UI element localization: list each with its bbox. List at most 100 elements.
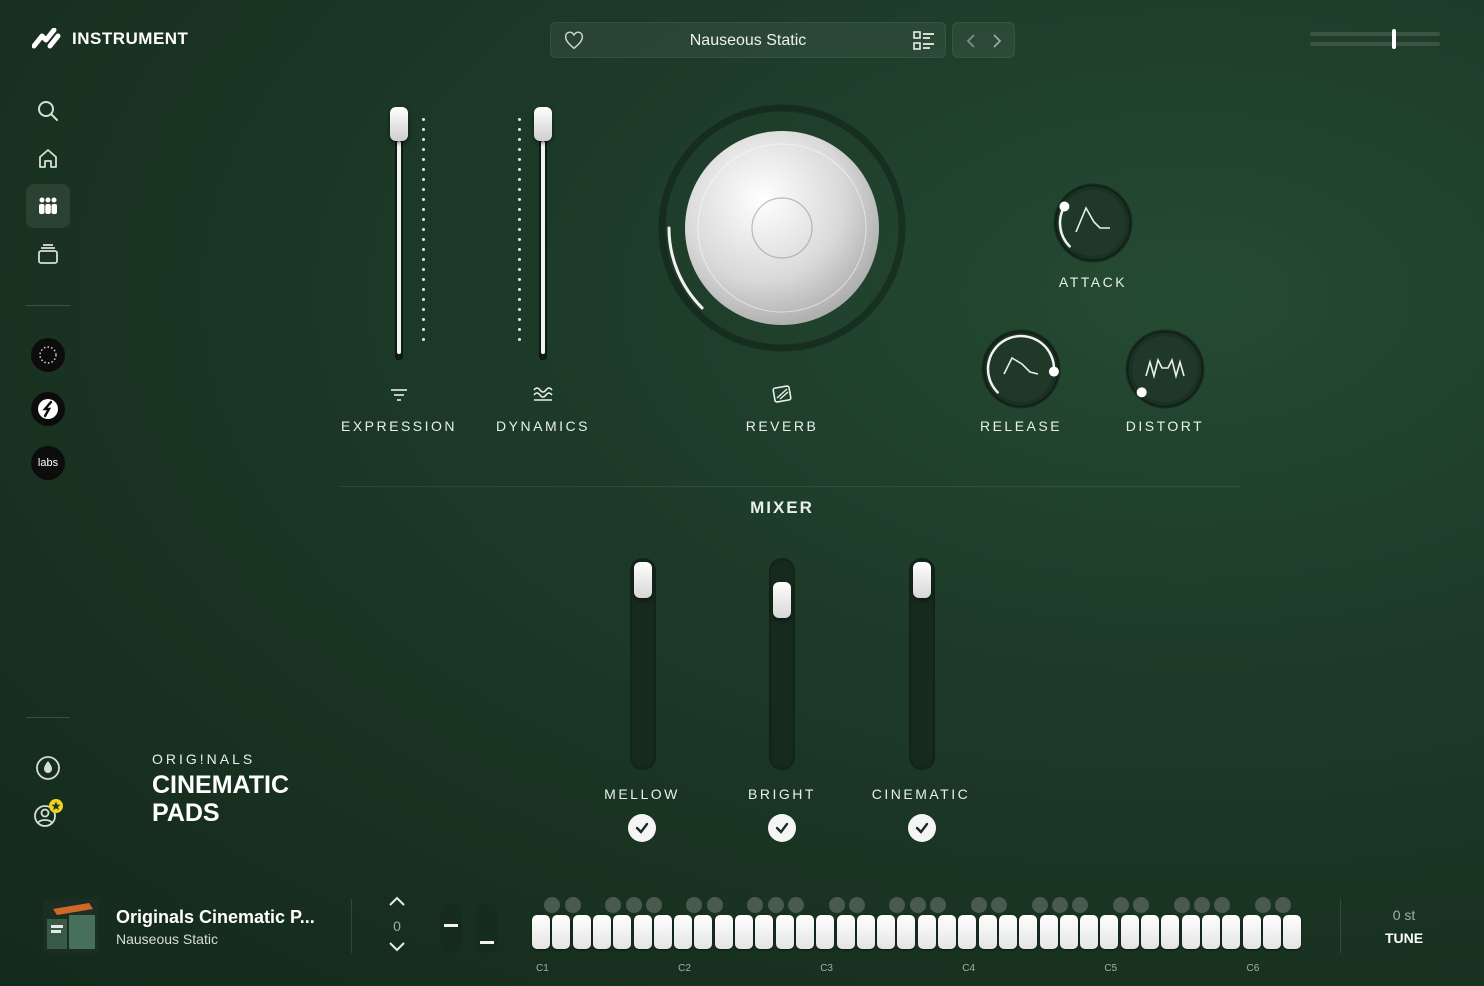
black-key[interactable] bbox=[645, 897, 662, 913]
mixer-bright-thumb[interactable] bbox=[773, 582, 791, 619]
white-key[interactable] bbox=[552, 915, 571, 949]
white-key[interactable] bbox=[633, 915, 652, 949]
white-key[interactable] bbox=[1019, 915, 1038, 949]
white-key[interactable] bbox=[755, 915, 774, 949]
white-key[interactable] bbox=[592, 915, 611, 949]
white-key[interactable] bbox=[1141, 915, 1159, 949]
black-key[interactable] bbox=[706, 897, 723, 913]
reverb-knob-body[interactable] bbox=[685, 131, 879, 325]
expression-slider[interactable] bbox=[390, 106, 408, 360]
expression-slider-thumb[interactable] bbox=[390, 106, 408, 141]
white-key[interactable] bbox=[1161, 915, 1180, 949]
mod-wheel[interactable] bbox=[476, 903, 498, 953]
white-key[interactable] bbox=[775, 915, 794, 949]
white-key[interactable] bbox=[877, 915, 896, 949]
white-key[interactable] bbox=[917, 915, 936, 949]
white-key[interactable] bbox=[795, 915, 814, 949]
sidebar-item-account[interactable] bbox=[26, 791, 70, 835]
white-key[interactable] bbox=[1120, 915, 1139, 949]
release-knob[interactable] bbox=[980, 328, 1062, 410]
black-key[interactable] bbox=[767, 897, 784, 913]
black-key[interactable] bbox=[564, 897, 581, 913]
octave-down-icon[interactable] bbox=[387, 940, 407, 954]
mixer-bright-toggle[interactable] bbox=[768, 814, 796, 842]
black-key[interactable] bbox=[1214, 897, 1231, 913]
sidebar-item-originals[interactable] bbox=[31, 338, 65, 372]
master-volume-slider[interactable] bbox=[1310, 29, 1440, 49]
white-key[interactable] bbox=[1242, 915, 1261, 949]
distort-knob[interactable] bbox=[1124, 328, 1206, 410]
white-key[interactable] bbox=[1262, 915, 1281, 949]
tune-value[interactable]: 0 st bbox=[1364, 907, 1444, 923]
white-key[interactable] bbox=[978, 915, 997, 949]
black-key[interactable] bbox=[1112, 897, 1129, 913]
pitch-wheel[interactable] bbox=[440, 903, 462, 953]
white-key[interactable] bbox=[1059, 915, 1078, 949]
reverb-knob[interactable] bbox=[652, 98, 912, 358]
black-key[interactable] bbox=[1031, 897, 1048, 913]
white-key[interactable] bbox=[1181, 915, 1200, 949]
mixer-cinematic-toggle[interactable] bbox=[908, 814, 936, 842]
mixer-channel-bright-slider[interactable] bbox=[769, 558, 795, 770]
white-key[interactable] bbox=[613, 915, 632, 949]
white-key[interactable] bbox=[572, 915, 591, 949]
dynamics-slider[interactable] bbox=[534, 106, 552, 360]
sidebar-item-search[interactable] bbox=[26, 89, 70, 133]
black-key[interactable] bbox=[1275, 897, 1292, 913]
white-key[interactable] bbox=[532, 915, 550, 949]
sidebar-item-library[interactable] bbox=[26, 232, 70, 276]
sidebar-item-instruments[interactable] bbox=[26, 184, 70, 228]
next-preset-icon[interactable] bbox=[988, 31, 1006, 51]
black-key[interactable] bbox=[605, 897, 622, 913]
black-key[interactable] bbox=[828, 897, 845, 913]
black-key[interactable] bbox=[909, 897, 926, 913]
white-key[interactable] bbox=[958, 915, 977, 949]
white-key[interactable] bbox=[694, 915, 713, 949]
black-key[interactable] bbox=[889, 897, 906, 913]
white-key[interactable] bbox=[938, 915, 956, 949]
white-key[interactable] bbox=[856, 915, 875, 949]
black-key[interactable] bbox=[990, 897, 1007, 913]
black-key[interactable] bbox=[787, 897, 804, 913]
black-key[interactable] bbox=[1051, 897, 1068, 913]
white-key[interactable] bbox=[653, 915, 672, 949]
preset-name[interactable]: Nauseous Static bbox=[551, 32, 945, 50]
black-key[interactable] bbox=[848, 897, 865, 913]
white-key[interactable] bbox=[998, 915, 1017, 949]
black-key[interactable] bbox=[930, 897, 946, 913]
black-key[interactable] bbox=[1072, 897, 1089, 913]
white-key[interactable] bbox=[674, 915, 693, 949]
piano-keyboard[interactable] bbox=[531, 897, 1303, 953]
octave-up-icon[interactable] bbox=[387, 894, 407, 908]
mixer-mellow-thumb[interactable] bbox=[634, 562, 652, 598]
white-key[interactable] bbox=[1283, 915, 1302, 949]
mixer-channel-mellow-slider[interactable] bbox=[630, 558, 656, 770]
preset-selector[interactable]: Nauseous Static bbox=[550, 22, 946, 58]
black-key[interactable] bbox=[686, 897, 703, 913]
black-key[interactable] bbox=[625, 897, 642, 913]
footer-library-name[interactable]: Originals Cinematic P... bbox=[116, 907, 315, 928]
black-key[interactable] bbox=[970, 897, 987, 913]
attack-knob[interactable] bbox=[1052, 182, 1134, 264]
sidebar-item-spitfire[interactable] bbox=[31, 392, 65, 426]
white-key[interactable] bbox=[1201, 915, 1220, 949]
sidebar-item-labs[interactable]: labs bbox=[31, 446, 65, 480]
black-key[interactable] bbox=[1254, 897, 1271, 913]
dynamics-slider-thumb[interactable] bbox=[534, 106, 552, 141]
mixer-mellow-toggle[interactable] bbox=[628, 814, 656, 842]
black-key[interactable] bbox=[1173, 897, 1190, 913]
white-key[interactable] bbox=[1222, 915, 1241, 949]
library-artwork[interactable] bbox=[43, 899, 99, 953]
white-key[interactable] bbox=[1100, 915, 1119, 949]
black-key[interactable] bbox=[1193, 897, 1210, 913]
white-key[interactable] bbox=[714, 915, 733, 949]
white-key[interactable] bbox=[1039, 915, 1058, 949]
sidebar-item-home[interactable] bbox=[26, 136, 70, 180]
mixer-channel-cinematic-slider[interactable] bbox=[909, 558, 935, 770]
white-key[interactable] bbox=[836, 915, 855, 949]
white-key[interactable] bbox=[735, 915, 753, 949]
black-key[interactable] bbox=[747, 897, 764, 913]
preset-list-icon[interactable] bbox=[913, 31, 935, 51]
white-key[interactable] bbox=[897, 915, 916, 949]
black-key[interactable] bbox=[544, 897, 561, 913]
